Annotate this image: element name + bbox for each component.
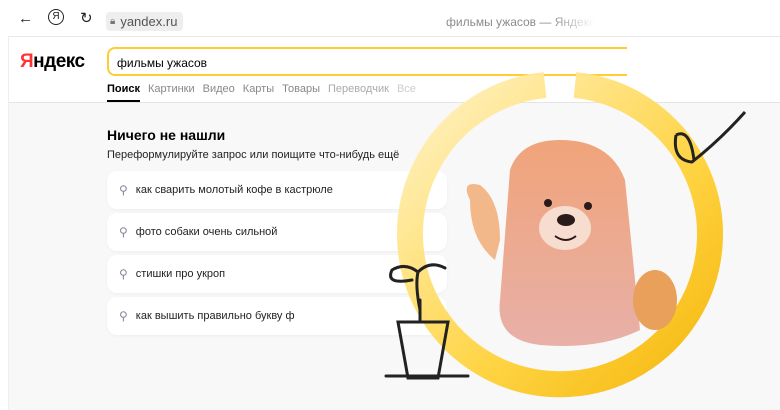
bear-illustration <box>384 72 747 398</box>
